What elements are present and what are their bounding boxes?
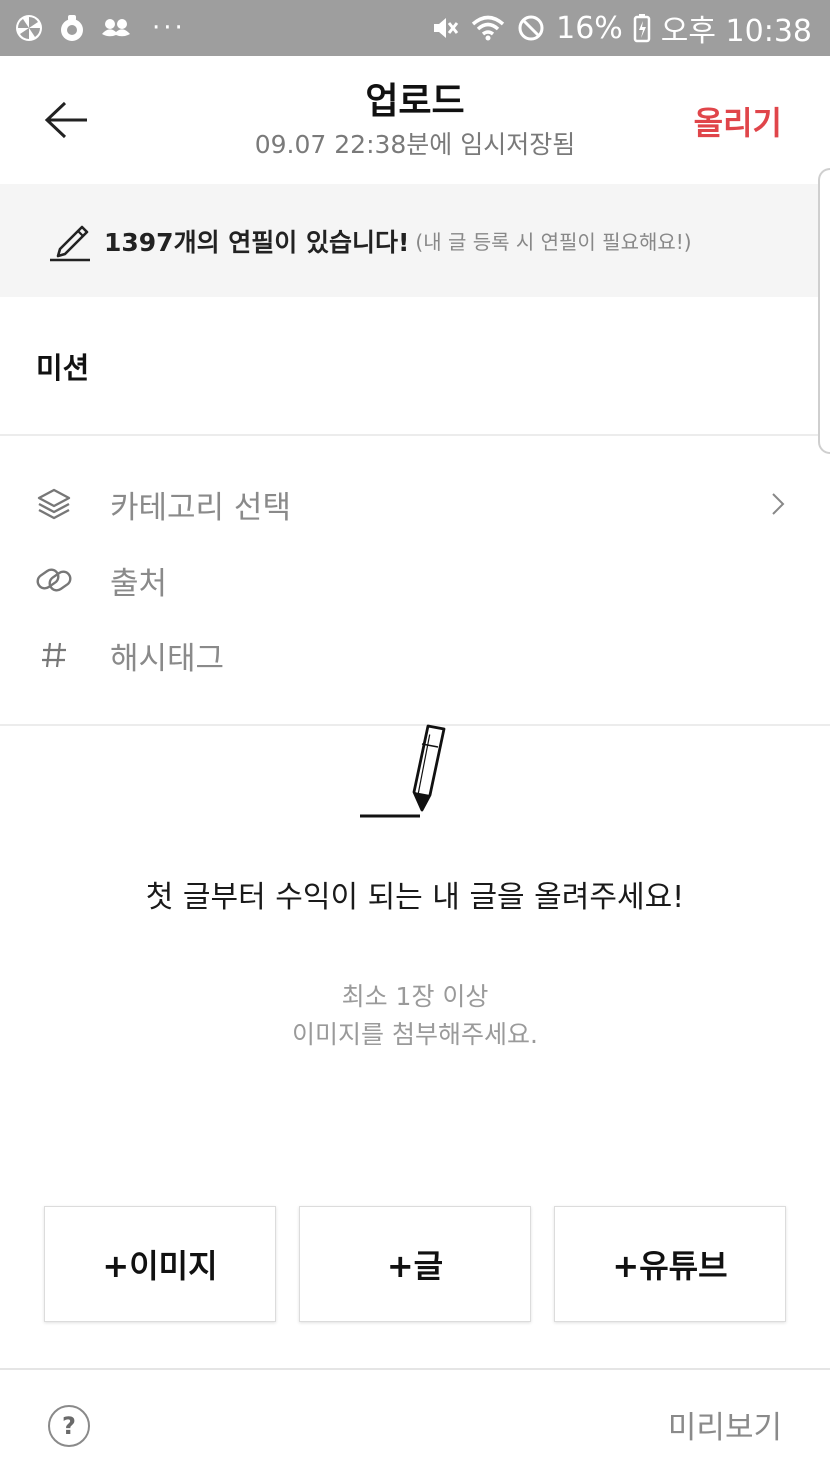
upload-button[interactable]: 올리기 [694, 98, 782, 144]
pencil-writing-icon [360, 724, 446, 818]
status-bar: ··· 16% 오후 10:38 [0, 0, 830, 56]
add-youtube-button[interactable]: +유튜브 [554, 1206, 786, 1322]
pencil-count-text: 1397개의 연필이 있습니다! [104, 227, 410, 257]
empty-state-message: 첫 글부터 수익이 되는 내 글을 올려주세요! [145, 880, 685, 915]
empty-state-hint-line1: 최소 1장 이상 [341, 982, 489, 1011]
clock: 오후 10:38 [660, 14, 812, 49]
pencil-icon [50, 225, 90, 261]
pinwheel-icon [16, 15, 42, 41]
question-circle-icon: ? [62, 1412, 76, 1440]
category-label: 카테고리 선택 [110, 489, 291, 526]
status-left-icons: ··· [14, 13, 186, 43]
divider [0, 1368, 830, 1370]
battery-icon [633, 14, 651, 43]
edge-scroll-handle[interactable] [818, 168, 830, 454]
pencil-balance-banner: 1397개의 연필이 있습니다! (내 글 등록 시 연필이 필요해요!) [0, 184, 818, 297]
divider [0, 434, 818, 436]
source-label: 출처 [110, 565, 168, 602]
mustache-icon [102, 19, 130, 37]
pencil-note: (내 글 등록 시 연필이 필요해요!) [415, 230, 692, 254]
battery-percent: 16% [556, 10, 623, 46]
source-row[interactable]: 출처 [0, 550, 818, 610]
layers-icon [34, 484, 74, 524]
hashtag-icon [34, 635, 74, 675]
empty-state-hint-line2: 이미지를 첨부해주세요. [292, 1020, 538, 1049]
add-image-button[interactable]: +이미지 [44, 1206, 276, 1322]
hashtag-row[interactable]: 해시태그 [0, 625, 818, 685]
app-icon [61, 15, 83, 41]
hashtag-label: 해시태그 [110, 640, 225, 677]
link-icon [34, 560, 74, 600]
chevron-right-icon [768, 489, 788, 519]
empty-state-hint: 최소 1장 이상 이미지를 첨부해주세요. [0, 978, 830, 1054]
more-notifications: ··· [152, 13, 186, 43]
wifi-icon [471, 15, 505, 41]
do-not-disturb-icon [518, 15, 544, 41]
help-button[interactable]: ? [48, 1405, 90, 1447]
status-right: 16% 오후 10:38 [430, 6, 812, 50]
vibrate-icon [434, 18, 459, 38]
add-text-button[interactable]: +글 [299, 1206, 531, 1322]
mission-title[interactable]: 미션 [36, 345, 89, 387]
category-select-row[interactable]: 카테고리 선택 [0, 474, 818, 534]
app-header: 업로드 09.07 22:38분에 임시저장됨 올리기 [0, 56, 830, 184]
preview-button[interactable]: 미리보기 [668, 1402, 782, 1447]
